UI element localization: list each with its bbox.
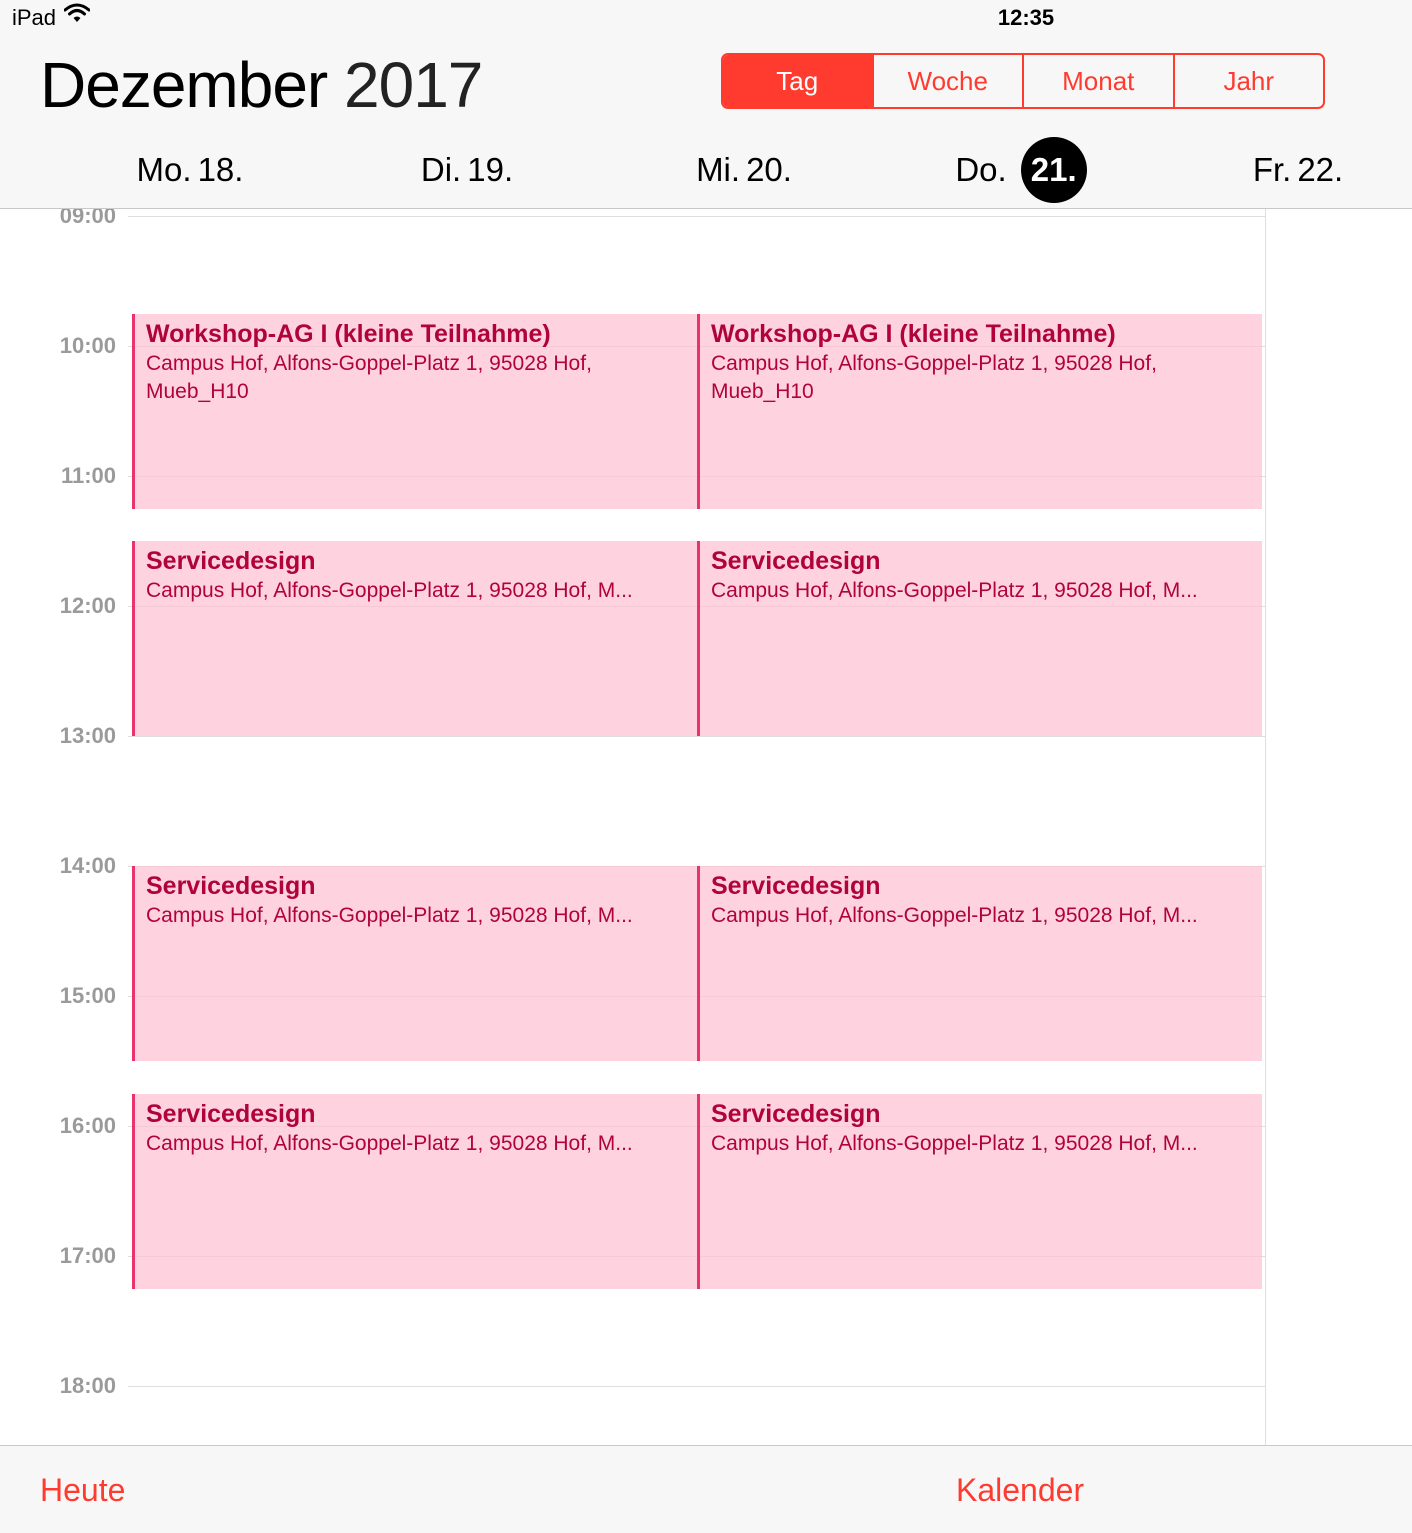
calendar-event[interactable]: Workshop-AG I (kleine Teilnahme) Campus H… (132, 313, 697, 509)
calendar-event[interactable]: Servicedesign Campus Hof, Alfons-Goppel-P… (132, 866, 697, 1061)
segment-jahr[interactable]: Jahr (1172, 55, 1324, 107)
title-month: Dezember (40, 49, 328, 121)
event-location: Campus Hof, Alfons-Goppel-Platz 1, 95028… (711, 351, 1157, 403)
header: iPad 12:35 Dezember 2017 Tag Woche Monat… (0, 0, 1412, 209)
event-location: Campus Hof, Alfons-Goppel-Platz 1, 95028… (146, 579, 633, 602)
page-title: Dezember 2017 (40, 48, 483, 122)
event-location: Campus Hof, Alfons-Goppel-Platz 1, 95028… (711, 904, 1198, 927)
event-title: Servicedesign (146, 547, 316, 575)
event-title: Workshop-AG I (kleine Teilnahme) (146, 319, 551, 348)
hour-label: 14:00 (59, 853, 116, 878)
day-strip: Mo. 18. Di. 19. Mi. 20. Do. 21. Fr. 22. (0, 132, 1412, 208)
event-title: Servicedesign (146, 872, 316, 900)
status-time: 12:35 (997, 5, 1055, 30)
title-year: 2017 (344, 49, 483, 121)
day-tuesday[interactable]: Di. 19. (357, 132, 577, 208)
segment-woche[interactable]: Woche (871, 55, 1023, 107)
event-title: Servicedesign (146, 1099, 316, 1128)
timeline-divider (1265, 209, 1266, 1445)
calendar-event[interactable]: Workshop-AG I (kleine Teilnahme) Campus H… (697, 313, 1262, 509)
day-timeline[interactable]: 09:00 10:00 11:00 12:00 13:00 14:00 15:00 16:00… (0, 209, 1412, 1445)
event-location: Campus Hof, Alfons-Goppel-Platz 1, 95028… (146, 1131, 633, 1155)
hour-label: 09:00 (59, 209, 116, 228)
calendar-event[interactable]: Servicedesign Campus Hof, Alfons-Goppel-P… (697, 866, 1262, 1061)
day-wednesday[interactable]: Mi. 20. (634, 132, 854, 208)
day-number: 19. (467, 151, 514, 188)
hour-label: 12:00 (59, 593, 116, 618)
hour-label: 17:00 (59, 1243, 116, 1268)
today-button[interactable]: Heute (40, 1472, 125, 1509)
day-number: 20. (746, 151, 792, 188)
hour-label: 13:00 (59, 723, 116, 748)
hour-line (128, 216, 1266, 217)
hour-line (128, 1386, 1266, 1387)
hour-label: 11:00 (60, 463, 116, 488)
segment-tag[interactable]: Tag (723, 55, 872, 107)
day-number: 18. (197, 151, 244, 188)
calendar-event[interactable]: Servicedesign Campus Hof, Alfons-Goppel-P… (132, 541, 697, 736)
calendar-event[interactable]: Servicedesign Campus Hof, Alfons-Goppel-P… (697, 541, 1262, 736)
day-thursday-today[interactable]: Do. 21. (911, 132, 1131, 208)
calendar-event[interactable]: Servicedesign Campus Hof, Alfons-Goppel-P… (697, 1093, 1262, 1289)
event-location: Campus Hof, Alfons-Goppel-Platz 1, 95028… (146, 904, 633, 927)
day-weekday: Fr. (1252, 151, 1292, 188)
day-weekday: Di. (420, 151, 462, 188)
hour-label: 10:00 (59, 333, 116, 358)
event-title: Servicedesign (711, 547, 881, 575)
day-weekday: Do. (955, 151, 1007, 188)
day-weekday: Mo. (136, 151, 192, 188)
hour-line (128, 736, 1266, 737)
hour-label: 15:00 (59, 983, 116, 1008)
calendar-event[interactable]: Servicedesign Campus Hof, Alfons-Goppel-P… (132, 1093, 697, 1289)
event-location: Campus Hof, Alfons-Goppel-Platz 1, 95028… (711, 579, 1198, 602)
day-weekday: Mi. (696, 151, 741, 188)
day-number: 22. (1297, 151, 1344, 188)
hour-label: 16:00 (59, 1113, 116, 1138)
event-title: Servicedesign (711, 872, 881, 900)
today-day-number: 21. (1020, 137, 1087, 203)
event-location: Campus Hof, Alfons-Goppel-Platz 1, 95028… (711, 1131, 1198, 1155)
hour-label: 18:00 (59, 1373, 116, 1398)
event-title: Servicedesign (711, 1099, 881, 1128)
event-location: Campus Hof, Alfons-Goppel-Platz 1, 95028… (146, 351, 592, 403)
bottom-toolbar: Heute Kalender (0, 1445, 1412, 1533)
event-title: Workshop-AG I (kleine Teilnahme) (711, 319, 1116, 348)
day-friday[interactable]: Fr. 22. (1188, 132, 1408, 208)
day-monday[interactable]: Mo. 18. (80, 132, 300, 208)
calendars-button[interactable]: Kalender (956, 1472, 1084, 1509)
segment-monat[interactable]: Monat (1022, 55, 1173, 107)
view-mode-segmented-control: Tag Woche Monat Jahr (721, 53, 1325, 109)
